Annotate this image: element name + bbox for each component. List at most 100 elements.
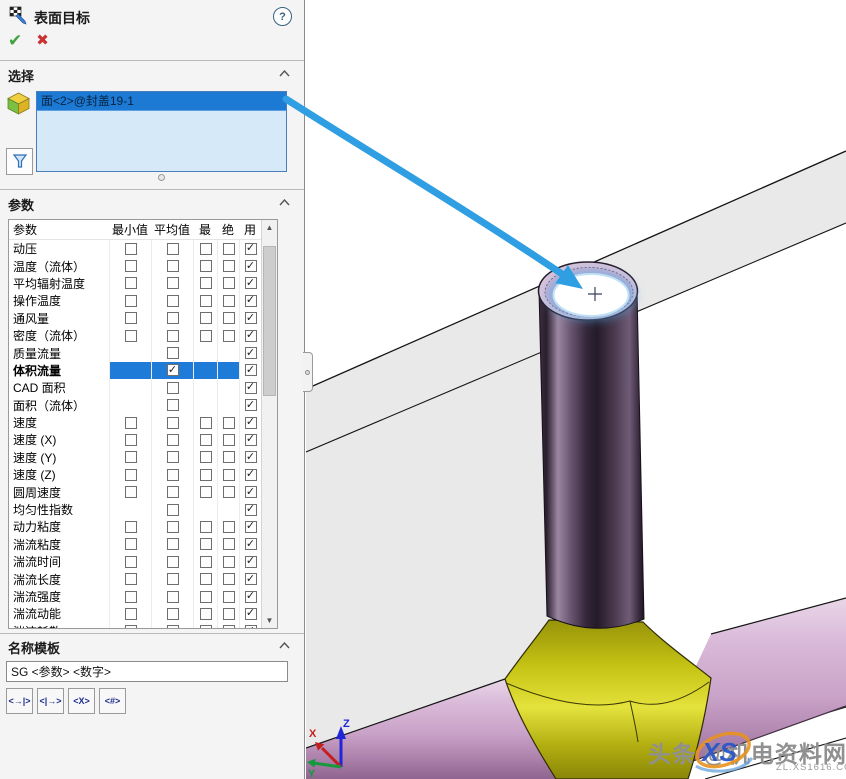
max-checkbox[interactable] — [200, 277, 212, 289]
min-checkbox[interactable] — [125, 277, 137, 289]
use-checkbox[interactable]: ✓ — [245, 330, 257, 342]
use-checkbox[interactable]: ✓ — [245, 295, 257, 307]
avg-checkbox[interactable] — [167, 573, 179, 585]
abs-checkbox[interactable] — [223, 312, 235, 324]
avg-checkbox[interactable] — [167, 556, 179, 568]
use-checkbox[interactable]: ✓ — [245, 608, 257, 620]
param-row[interactable]: 速度 (X)✓ — [9, 431, 261, 448]
min-checkbox[interactable] — [125, 434, 137, 446]
insert-x-button[interactable]: <X> — [68, 688, 95, 714]
max-checkbox[interactable] — [200, 538, 212, 550]
abs-checkbox[interactable] — [223, 330, 235, 342]
avg-checkbox[interactable] — [167, 347, 179, 359]
max-checkbox[interactable] — [200, 573, 212, 585]
min-checkbox[interactable] — [125, 417, 137, 429]
abs-checkbox[interactable] — [223, 417, 235, 429]
use-checkbox[interactable]: ✓ — [245, 556, 257, 568]
abs-checkbox[interactable] — [223, 486, 235, 498]
abs-checkbox[interactable] — [223, 295, 235, 307]
param-row[interactable]: 体积流量✓✓ — [9, 362, 261, 379]
use-checkbox[interactable]: ✓ — [245, 243, 257, 255]
max-checkbox[interactable] — [200, 556, 212, 568]
min-checkbox[interactable] — [125, 625, 137, 629]
panel-splitter-handle[interactable] — [303, 352, 313, 392]
max-checkbox[interactable] — [200, 486, 212, 498]
param-row[interactable]: 平均辐射温度✓ — [9, 275, 261, 292]
selection-item[interactable]: 面<2>@封盖19-1 — [37, 92, 286, 111]
filter-button[interactable] — [6, 148, 33, 175]
use-checkbox[interactable]: ✓ — [245, 382, 257, 394]
param-row[interactable]: 速度✓ — [9, 414, 261, 431]
avg-checkbox[interactable] — [167, 399, 179, 411]
max-checkbox[interactable] — [200, 591, 212, 603]
max-checkbox[interactable] — [200, 469, 212, 481]
abs-checkbox[interactable] — [223, 538, 235, 550]
avg-checkbox[interactable] — [167, 486, 179, 498]
param-row[interactable]: 密度（流体）✓ — [9, 327, 261, 344]
parameter-table[interactable]: 参数 最小值 平均值 最 绝 用 动压✓温度（流体）✓平均辐射温度✓操作温度✓通… — [8, 219, 278, 629]
param-row[interactable]: 动力粘度✓ — [9, 518, 261, 535]
avg-checkbox[interactable] — [167, 382, 179, 394]
use-checkbox[interactable]: ✓ — [245, 277, 257, 289]
scroll-down-arrow-icon[interactable]: ▼ — [262, 613, 277, 628]
avg-checkbox[interactable] — [167, 243, 179, 255]
use-checkbox[interactable]: ✓ — [245, 434, 257, 446]
avg-checkbox[interactable] — [167, 538, 179, 550]
min-checkbox[interactable] — [125, 295, 137, 307]
abs-checkbox[interactable] — [223, 243, 235, 255]
table-scrollbar[interactable]: ▲ ▼ — [261, 220, 277, 628]
avg-checkbox[interactable] — [167, 260, 179, 272]
max-checkbox[interactable] — [200, 330, 212, 342]
avg-checkbox[interactable] — [167, 504, 179, 516]
param-row[interactable]: 湍流动能✓ — [9, 605, 261, 622]
avg-checkbox[interactable] — [167, 277, 179, 289]
help-icon[interactable]: ? — [273, 7, 292, 26]
param-row[interactable]: 湍流粘度✓ — [9, 536, 261, 553]
min-checkbox[interactable] — [125, 330, 137, 342]
param-row[interactable]: 速度 (Z)✓ — [9, 466, 261, 483]
abs-checkbox[interactable] — [223, 556, 235, 568]
selected-face[interactable] — [554, 274, 629, 316]
insert-number-button[interactable]: <#> — [99, 688, 126, 714]
abs-checkbox[interactable] — [223, 469, 235, 481]
use-checkbox[interactable]: ✓ — [245, 347, 257, 359]
min-checkbox[interactable] — [125, 243, 137, 255]
use-checkbox[interactable]: ✓ — [245, 538, 257, 550]
param-row[interactable]: 湍流强度✓ — [9, 588, 261, 605]
use-checkbox[interactable]: ✓ — [245, 451, 257, 463]
avg-checkbox[interactable] — [167, 295, 179, 307]
abs-checkbox[interactable] — [223, 608, 235, 620]
max-checkbox[interactable] — [200, 625, 212, 629]
use-checkbox[interactable]: ✓ — [245, 312, 257, 324]
min-checkbox[interactable] — [125, 312, 137, 324]
use-checkbox[interactable]: ✓ — [245, 469, 257, 481]
min-checkbox[interactable] — [125, 573, 137, 585]
cylinder-branch[interactable] — [539, 262, 645, 628]
avg-checkbox[interactable] — [167, 608, 179, 620]
param-row[interactable]: 均匀性指数✓ — [9, 501, 261, 518]
param-row[interactable]: 湍流长度✓ — [9, 570, 261, 587]
listbox-resize-grip[interactable] — [158, 174, 165, 181]
ok-button[interactable]: ✔ — [8, 31, 22, 51]
abs-checkbox[interactable] — [223, 625, 235, 629]
param-row[interactable]: 速度 (Y)✓ — [9, 449, 261, 466]
avg-checkbox[interactable] — [167, 417, 179, 429]
use-checkbox[interactable]: ✓ — [245, 486, 257, 498]
abs-checkbox[interactable] — [223, 521, 235, 533]
max-checkbox[interactable] — [200, 295, 212, 307]
param-row[interactable]: 面积（流体）✓ — [9, 397, 261, 414]
graphics-viewport[interactable]: Z X Y 头条 @机电资料网 XS ZL.XS1616.COM — [306, 0, 846, 779]
param-row[interactable]: 湍流时间✓ — [9, 553, 261, 570]
min-checkbox[interactable] — [125, 260, 137, 272]
param-row[interactable]: 温度（流体）✓ — [9, 257, 261, 274]
collapse-parameters-chevron[interactable] — [279, 199, 290, 206]
abs-checkbox[interactable] — [223, 451, 235, 463]
param-row[interactable]: 动压✓ — [9, 240, 261, 257]
use-checkbox[interactable]: ✓ — [245, 417, 257, 429]
avg-checkbox[interactable] — [167, 312, 179, 324]
param-row[interactable]: 湍流耗散✓ — [9, 623, 261, 629]
param-row[interactable]: 质量流量✓ — [9, 344, 261, 361]
avg-checkbox[interactable] — [167, 330, 179, 342]
use-checkbox[interactable]: ✓ — [245, 591, 257, 603]
abs-checkbox[interactable] — [223, 434, 235, 446]
